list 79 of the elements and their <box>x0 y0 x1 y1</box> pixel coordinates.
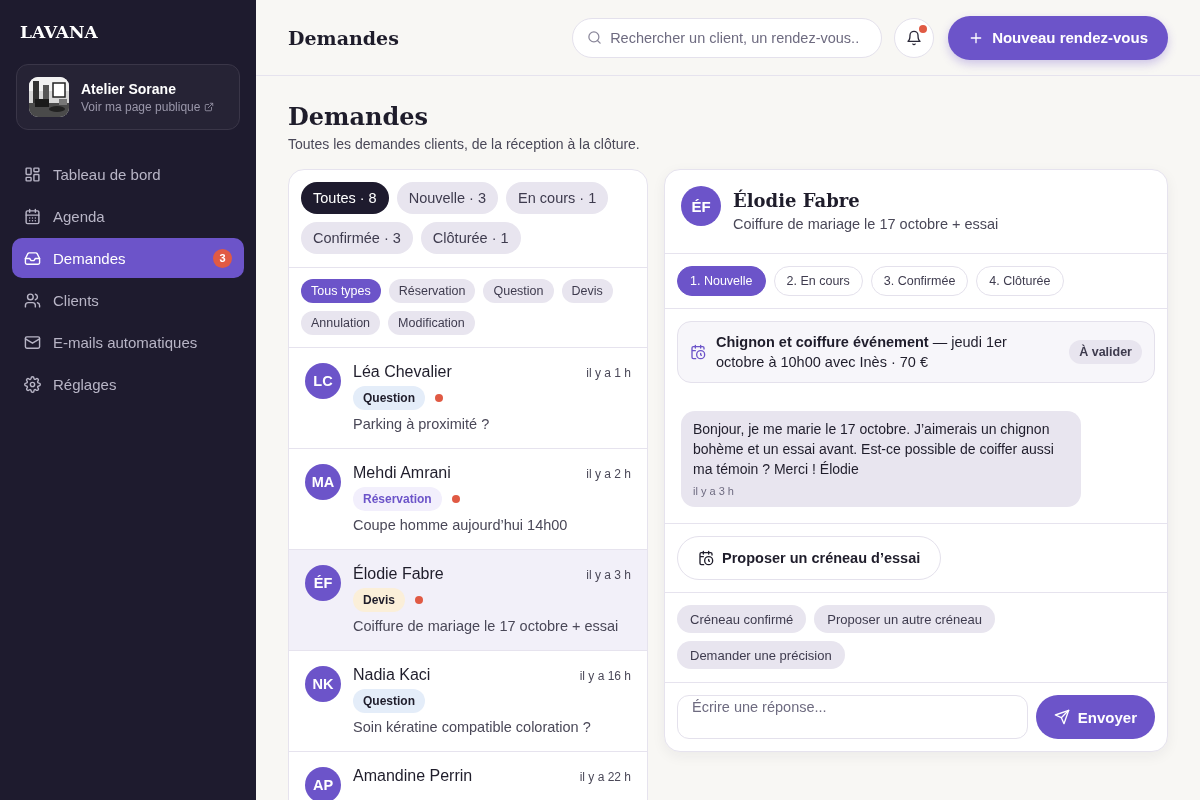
nav-item[interactable]: Réglages <box>12 364 244 404</box>
initials-avatar: ÉF <box>305 565 341 601</box>
status-filter-chip[interactable]: Toutes · 8 <box>301 182 389 214</box>
request-summary: Soin kératine compatible coloration ? <box>353 719 592 735</box>
status-filter-chip[interactable]: Nouvelle · 3 <box>396 182 499 214</box>
status-filter-chip[interactable]: Confirmée · 3 <box>301 222 413 254</box>
request-item[interactable]: AP Amandine Perrin il y a 22 h <box>289 752 647 800</box>
page-header-title: Demandes <box>288 26 399 49</box>
request-type-tag: Question <box>353 386 425 410</box>
send-button[interactable]: Envoyer <box>1035 695 1155 739</box>
external-link-icon <box>204 101 215 112</box>
initials-avatar: ÉF <box>681 186 721 226</box>
search-icon <box>587 29 603 45</box>
client-name: Amandine Perrin <box>353 767 473 785</box>
booking-status: À valider <box>1069 340 1142 364</box>
status-step[interactable]: 1. Nouvelle <box>677 266 766 296</box>
request-time: il y a 2 h <box>586 467 631 481</box>
nav-item[interactable]: Agenda <box>12 196 244 236</box>
booking-details: Chignon et coiffure événement — jeudi 1er octobre à 10h00 avec Inès · 70 € <box>716 333 1008 372</box>
request-time: il y a 3 h <box>586 568 631 582</box>
request-time: il y a 16 h <box>579 669 631 683</box>
new-appointment-button[interactable]: Nouveau rendez-vous <box>948 15 1168 60</box>
salon-name: Atelier Sorane <box>81 80 177 97</box>
quick-reply-chip[interactable]: Proposer un autre créneau <box>814 605 995 633</box>
grid-icon <box>24 165 41 183</box>
initials-avatar: AP <box>305 767 341 800</box>
initials-avatar: NK <box>305 666 341 702</box>
public-page-link[interactable]: Voir ma page publique <box>81 99 201 114</box>
initials-avatar: MA <box>305 464 341 500</box>
client-name: Nadia Kaci <box>353 666 431 684</box>
nav-item[interactable]: Demandes 3 <box>12 238 244 278</box>
request-summary: Parking à proximité ? <box>353 416 491 432</box>
profile-card[interactable]: Atelier Sorane Voir ma page publique <box>16 64 240 130</box>
status-filter-chip[interactable]: En cours · 1 <box>506 182 609 214</box>
request-time: il y a 22 h <box>579 770 631 784</box>
request-time: il y a 1 h <box>586 366 631 380</box>
page-subtitle: Toutes les demandes clients, de la réception à la clôture. <box>288 136 641 152</box>
message-text: Bonjour, je me marie le 17 octobre. J’aimerais un chignon bohème et un essai avant. Est-ce possible de coiffer aussi ma témoin ? Merci ! Élodie <box>693 420 1055 479</box>
request-type-tag: Devis <box>353 588 406 612</box>
type-filter-chip[interactable]: Question <box>483 279 554 303</box>
inbox-icon <box>24 249 41 267</box>
client-name: Mehdi Amrani <box>353 464 451 482</box>
request-item[interactable]: ÉF Élodie Fabre il y a 3 h Devis Coiffure de mariage le 17 octobre + essai <box>289 550 647 651</box>
initials-avatar: LC <box>305 363 341 399</box>
nav-item[interactable]: Tableau de bord <box>12 154 244 194</box>
request-type-tag: Réservation <box>353 487 442 511</box>
calendar-clock-icon <box>690 344 706 360</box>
calendar-clock-icon <box>698 550 714 566</box>
search-field[interactable]: Rechercher un client, un rendez-vous.. <box>572 17 883 58</box>
nav-item[interactable]: E-mails automatiques <box>12 322 244 362</box>
mail-icon <box>24 333 41 351</box>
request-item[interactable]: NK Nadia Kaci il y a 16 h Question Soin kératine compatible coloration ? <box>289 651 647 752</box>
type-filter-chip[interactable]: Réservation <box>388 279 476 303</box>
page-title: Demandes <box>288 102 430 131</box>
nav-item[interactable]: Clients <box>12 280 244 320</box>
quick-reply-chip[interactable]: Créneau confirmé <box>677 605 807 633</box>
client-name: Léa Chevalier <box>353 363 452 381</box>
request-type-tag: Question <box>353 689 425 713</box>
status-filter-chip[interactable]: Clôturée · 1 <box>420 222 521 254</box>
logo: LAVANA <box>19 21 99 42</box>
users-icon <box>24 291 41 309</box>
client-name: Élodie Fabre <box>733 190 861 211</box>
unread-count: 3 <box>213 248 232 268</box>
bell-icon <box>906 29 923 46</box>
quick-reply-chip[interactable]: Demander une précision <box>677 641 845 669</box>
message-time: il y a 3 h <box>693 485 735 497</box>
request-subject: Coiffure de mariage le 17 octobre + essai <box>733 216 999 232</box>
request-summary: Coiffure de mariage le 17 octobre + essai <box>353 618 620 634</box>
calendar-icon <box>24 207 41 225</box>
request-summary: Coupe homme aujourd’hui 14h00 <box>353 517 569 533</box>
send-icon <box>1053 709 1070 725</box>
settings-icon <box>24 375 41 393</box>
type-filter-chip[interactable]: Annulation <box>301 311 381 335</box>
reply-field[interactable]: Écrire une réponse... <box>677 695 1028 739</box>
client-name: Élodie Fabre <box>353 565 444 583</box>
type-filter-chip[interactable]: Modification <box>388 311 475 335</box>
type-filter-chip[interactable]: Tous types <box>301 279 381 303</box>
type-filter-chip[interactable]: Devis <box>561 279 613 303</box>
request-item[interactable]: LC Léa Chevalier il y a 1 h Question Parking à proximité ? <box>289 348 647 449</box>
